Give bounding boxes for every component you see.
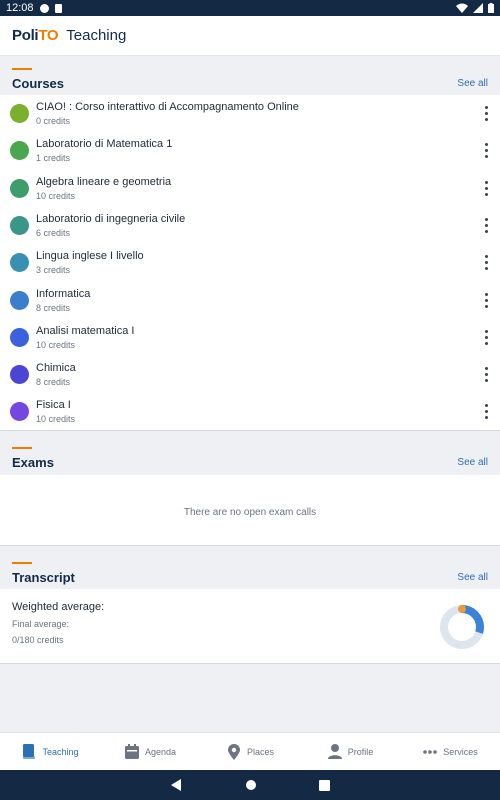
course-credits: 8 credits xyxy=(36,302,71,313)
more-options-icon[interactable] xyxy=(482,292,490,308)
course-list-item[interactable]: Algebra lineare e geometria 10 credits xyxy=(0,170,500,207)
clock: 12:08 xyxy=(6,2,34,14)
more-options-icon[interactable] xyxy=(482,143,490,159)
course-color-dot xyxy=(10,365,29,385)
course-name: Laboratorio di Matematica 1 xyxy=(36,138,173,151)
course-name: Laboratorio di ingegneria civile xyxy=(36,212,186,225)
status-bar: 12:08 xyxy=(0,0,500,16)
course-color-dot xyxy=(10,215,29,235)
system-navigation-bar xyxy=(0,770,500,800)
exams-section-header: Exams See all xyxy=(0,437,500,475)
exams-empty-message: There are no open exam calls xyxy=(183,507,317,518)
course-credits: 10 credits xyxy=(36,190,76,201)
course-name: Fisica I xyxy=(36,399,71,412)
course-list-item[interactable]: Fisica I 10 credits xyxy=(0,393,500,430)
signal-icon xyxy=(473,3,483,13)
course-name: Algebra lineare e geometria xyxy=(36,175,172,188)
course-name: Analisi matematica I xyxy=(36,324,135,337)
more-options-icon[interactable] xyxy=(482,367,490,383)
nav-tab-label: Places xyxy=(246,746,274,757)
more-options-icon[interactable] xyxy=(482,404,490,420)
notification-icon xyxy=(39,3,49,13)
map-pin-icon xyxy=(226,743,242,760)
course-color-dot xyxy=(10,253,29,273)
recents-icon[interactable] xyxy=(318,779,330,791)
nav-tab-label: Teaching xyxy=(42,746,79,757)
courses-title: Courses xyxy=(12,76,65,91)
nav-tab-label: Agenda xyxy=(144,746,177,757)
more-dots-icon xyxy=(422,744,438,760)
calendar-icon xyxy=(124,744,140,760)
more-options-icon[interactable] xyxy=(482,180,490,196)
bottom-navigation: Teaching Agenda Places Profile Services xyxy=(0,732,500,770)
course-color-dot xyxy=(10,178,29,198)
nav-tab-agenda[interactable]: Agenda xyxy=(100,733,200,770)
book-icon xyxy=(21,744,37,760)
course-color-dot xyxy=(10,402,29,422)
course-list-item[interactable]: Lingua inglese I livello 3 credits xyxy=(0,244,500,281)
section-accent xyxy=(12,447,32,449)
courses-see-all-link[interactable]: See all xyxy=(457,78,488,89)
final-average-label: Final average: xyxy=(12,619,70,629)
course-color-dot xyxy=(10,290,29,310)
course-credits: 6 credits xyxy=(36,227,71,238)
more-options-icon[interactable] xyxy=(482,255,490,271)
nav-tab-profile[interactable]: Profile xyxy=(300,733,400,770)
exams-title: Exams xyxy=(12,455,54,470)
app-header: PoliTO Teaching xyxy=(0,16,500,56)
transcript-title: Transcript xyxy=(12,570,75,585)
credits-progress-text: 0/180 credits xyxy=(12,635,64,645)
more-options-icon[interactable] xyxy=(482,329,490,345)
course-list-item[interactable]: Laboratorio di ingegneria civile 6 credit… xyxy=(0,207,500,244)
nav-tab-places[interactable]: Places xyxy=(200,733,300,770)
course-list-item[interactable]: Analisi matematica I 10 credits xyxy=(0,319,500,356)
person-icon xyxy=(327,744,343,760)
nav-tab-teaching[interactable]: Teaching xyxy=(0,733,100,770)
polito-logo: PoliTO xyxy=(12,27,59,44)
transcript-section-header: Transcript See all xyxy=(0,552,500,590)
course-credits: 10 credits xyxy=(36,414,76,425)
nav-tab-services[interactable]: Services xyxy=(400,733,500,770)
course-color-dot xyxy=(10,104,29,123)
credits-donut-chart xyxy=(440,605,484,649)
nav-tab-label: Services xyxy=(443,746,478,757)
course-color-dot xyxy=(10,141,29,161)
courses-section-header: Courses See all xyxy=(0,58,500,96)
course-list-item[interactable]: Informatica 8 credits xyxy=(0,282,500,319)
transcript-see-all-link[interactable]: See all xyxy=(457,572,488,583)
exams-see-all-link[interactable]: See all xyxy=(457,457,488,468)
course-list-item[interactable]: CIAO! : Corso interattivo di Accompagnam… xyxy=(0,95,500,132)
more-options-icon[interactable] xyxy=(482,217,490,233)
more-options-icon[interactable] xyxy=(482,106,490,121)
wifi-icon xyxy=(456,3,468,13)
section-accent xyxy=(12,68,32,70)
page-title: Teaching xyxy=(66,27,127,44)
sim-card-icon xyxy=(54,3,62,13)
course-list-item[interactable]: Chimica 8 credits xyxy=(0,356,500,393)
course-list-item[interactable]: Laboratorio di Matematica 1 1 credits xyxy=(0,132,500,169)
course-color-dot xyxy=(10,327,29,347)
course-name: CIAO! : Corso interattivo di Accompagnam… xyxy=(36,101,299,113)
course-name: Informatica xyxy=(36,287,91,300)
course-credits: 0 credits xyxy=(36,116,71,126)
home-icon[interactable] xyxy=(245,779,257,791)
nav-tab-label: Profile xyxy=(347,746,374,757)
course-credits: 1 credits xyxy=(36,153,71,164)
exams-card: There are no open exam calls xyxy=(0,475,500,546)
course-name: Chimica xyxy=(36,362,76,375)
course-credits: 10 credits xyxy=(36,339,76,350)
courses-list: CIAO! : Corso interattivo di Accompagnam… xyxy=(0,95,500,431)
section-accent xyxy=(12,562,32,564)
course-name: Lingua inglese I livello xyxy=(36,250,144,263)
back-icon[interactable] xyxy=(170,779,183,791)
weighted-average-label: Weighted average: xyxy=(12,601,105,613)
transcript-card[interactable]: Weighted average: Final average: 0/180 c… xyxy=(0,589,500,664)
donut-marker xyxy=(458,605,466,613)
course-credits: 8 credits xyxy=(36,377,71,388)
battery-icon xyxy=(488,3,494,13)
course-credits: 3 credits xyxy=(36,265,71,276)
